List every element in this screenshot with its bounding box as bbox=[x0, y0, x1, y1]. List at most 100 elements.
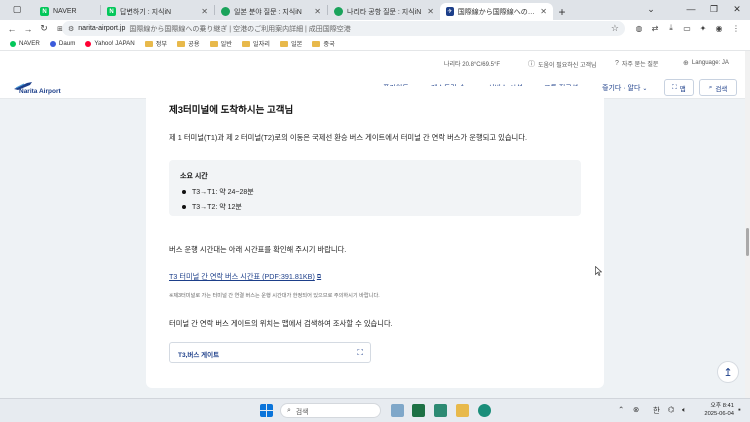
folder-icon bbox=[177, 40, 186, 47]
excel-icon[interactable] bbox=[412, 404, 425, 417]
forward-arrow-icon[interactable]: → bbox=[21, 22, 35, 36]
duration-item: T3→T2: 약 12분 bbox=[182, 202, 242, 212]
page-viewport: 나리타 20.8°C/69.5°F ⓘ 도움이 필요하신 고객님 ? 자주 묻는… bbox=[0, 51, 745, 398]
question-icon: ? bbox=[615, 60, 619, 67]
tab-naver[interactable]: N NAVER bbox=[34, 3, 100, 20]
bookmark-folder-public[interactable]: 공용 bbox=[177, 39, 200, 48]
download-icon[interactable]: ⤓ bbox=[665, 22, 677, 34]
tab-narita-airport[interactable]: ✈ 国際線から国際線への乗り継 ✕ bbox=[440, 3, 553, 20]
maximize-button[interactable]: ❐ bbox=[703, 0, 725, 18]
menu-icon[interactable]: ⋮ bbox=[730, 22, 742, 34]
tab-search-icon[interactable]: ▢ bbox=[6, 0, 28, 18]
bullet-icon bbox=[182, 205, 186, 209]
folder-icon bbox=[144, 40, 153, 47]
bookmark-daum[interactable]: Daum bbox=[49, 40, 75, 47]
folder-icon bbox=[241, 40, 250, 47]
windows-start-icon[interactable] bbox=[260, 404, 273, 417]
scrollbar-thumb[interactable] bbox=[746, 228, 749, 256]
bookmark-naver[interactable]: NAVER bbox=[10, 40, 40, 47]
bookmark-folder-general[interactable]: 일반 bbox=[209, 39, 232, 48]
bullet-icon bbox=[182, 190, 186, 194]
bookmark-folder-china[interactable]: 중국 bbox=[312, 39, 335, 48]
file-explorer-icon[interactable] bbox=[456, 404, 469, 417]
duration-title: 소요 시간 bbox=[180, 173, 208, 180]
pdf-schedule-link[interactable]: T3 터미널 간 연락 버스 시간표 (PDF:391.81KB) ⧉ bbox=[169, 272, 321, 282]
map-info-text: 터미널 간 연락 버스 게이트의 위치는 맵에서 검색하여 조사할 수 있습니다… bbox=[169, 319, 393, 328]
tune-icon[interactable]: ⚙ bbox=[68, 25, 74, 33]
site-utility-bar: 나리타 20.8°C/69.5°F ⓘ 도움이 필요하신 고객님 ? 자주 묻는… bbox=[0, 51, 745, 75]
chevron-down-icon: ⌄ bbox=[642, 85, 648, 92]
search-icon: ⌕ bbox=[708, 83, 713, 91]
tab-japan-question[interactable]: 일본 분야 질문 : 지식iN ✕ bbox=[215, 3, 327, 20]
globe-icon: ⊕ bbox=[683, 60, 689, 67]
system-clock[interactable]: 오후 8:41 2025-06-04 bbox=[694, 402, 734, 418]
chevron-down-icon[interactable]: ⌄ bbox=[640, 0, 662, 18]
folder-icon bbox=[312, 40, 321, 47]
widgets-icon[interactable] bbox=[391, 404, 404, 417]
section-heading: 제3터미널에 도착하시는 고객님 bbox=[169, 105, 294, 116]
narita-airport-logo[interactable]: Narita Airport bbox=[13, 79, 73, 97]
browser-icon[interactable] bbox=[478, 404, 491, 417]
search-icon: ⌕ bbox=[287, 406, 291, 414]
close-tab-icon[interactable]: ✕ bbox=[540, 7, 547, 16]
extension-icon[interactable]: ◍ bbox=[633, 22, 645, 34]
map-location-link[interactable]: T3,버스 게이트 ⛶ bbox=[169, 342, 371, 363]
tab-narita-question[interactable]: 나리타 공항 질문 : 지식iN ✕ bbox=[328, 3, 440, 20]
tab-strip: N NAVER N 답변하기 : 지식iN ✕ 일본 분야 질문 : 지식iN … bbox=[0, 0, 750, 20]
help-circle-icon: ⓘ bbox=[528, 61, 535, 68]
bookmarks-bar: NAVER Daum Yahoo! JAPAN 정부 공용 일반 일자리 일본 … bbox=[0, 37, 750, 51]
close-tab-icon[interactable]: ✕ bbox=[427, 7, 434, 16]
stop-icon[interactable]: ⊗ bbox=[633, 405, 639, 414]
close-window-button[interactable]: ✕ bbox=[726, 0, 748, 18]
tab-answer[interactable]: N 답변하기 : 지식iN ✕ bbox=[101, 3, 214, 20]
bookmark-folder-government[interactable]: 정부 bbox=[144, 39, 167, 48]
bookmark-folder-japan[interactable]: 일본 bbox=[279, 39, 302, 48]
new-tab-button[interactable]: + bbox=[553, 3, 571, 20]
volume-icon[interactable]: 🔈︎ bbox=[682, 405, 687, 415]
chevron-up-icon[interactable]: ⌃ bbox=[618, 405, 624, 414]
duration-item: T3→T1: 약 24~28분 bbox=[182, 187, 254, 197]
map-pin-icon: ⛶ bbox=[672, 83, 677, 91]
bookmark-folder-jobs[interactable]: 일자리 bbox=[241, 39, 270, 48]
reload-icon[interactable]: ↻ bbox=[37, 22, 51, 36]
help-link[interactable]: ⓘ 도움이 필요하신 고객님 bbox=[528, 59, 597, 69]
address-bar[interactable]: ⚙ narita-airport.jp 国際線から国際線への乗り継ぎ | 空港の… bbox=[62, 21, 625, 36]
bookmark-yahoo-japan[interactable]: Yahoo! JAPAN bbox=[85, 40, 135, 47]
mouse-cursor-icon bbox=[595, 266, 602, 276]
close-tab-icon[interactable]: ✕ bbox=[314, 7, 321, 16]
schedule-text: 버스 운행 시간대는 아래 시간표를 확인해 주시기 바랍니다. bbox=[169, 245, 347, 254]
close-tab-icon[interactable]: ✕ bbox=[201, 7, 208, 16]
airplane-favicon-icon: ✈ bbox=[446, 7, 454, 16]
back-arrow-icon[interactable]: ← bbox=[5, 22, 19, 36]
daum-icon bbox=[49, 40, 56, 47]
map-pin-icon: ⛶ bbox=[357, 348, 363, 357]
external-link-icon: ⧉ bbox=[316, 273, 322, 280]
minimize-button[interactable]: — bbox=[680, 0, 702, 18]
page-scrollbar[interactable] bbox=[745, 51, 750, 398]
intro-text: 제 1 터미널(T1)과 제 2 터미널(T2)로의 이동은 국제선 환승 버스… bbox=[169, 133, 527, 142]
kin-favicon-icon bbox=[221, 7, 230, 16]
naver-favicon-icon: N bbox=[40, 7, 49, 16]
taskbar-search[interactable]: ⌕ 검색 bbox=[280, 403, 381, 418]
duration-box: 소요 시간 T3→T1: 약 24~28분 T3→T2: 약 12분 bbox=[169, 160, 581, 216]
naver-icon bbox=[10, 40, 16, 47]
translate-icon[interactable]: ⇄ bbox=[649, 22, 661, 34]
search-button[interactable]: ⌕ 검색 bbox=[699, 79, 737, 96]
faq-link[interactable]: ? 자주 묻는 질문 bbox=[615, 59, 658, 68]
store-icon[interactable] bbox=[434, 404, 447, 417]
network-icon[interactable]: ⌬ bbox=[668, 405, 675, 414]
video-icon[interactable]: ▭ bbox=[681, 22, 693, 34]
bookmark-star-icon[interactable]: ☆ bbox=[611, 23, 619, 34]
folder-icon bbox=[209, 40, 218, 47]
kin-favicon-icon bbox=[334, 7, 343, 16]
map-button[interactable]: ⛶ 맵 bbox=[664, 79, 694, 96]
scroll-to-top-button[interactable]: ↥ bbox=[717, 361, 739, 383]
notification-icon[interactable]: ▪ bbox=[738, 405, 741, 414]
note-text: ※제3터미널로 가는 터미널 간 연결 버스는 운행 시간대가 한정되어 있으므… bbox=[169, 293, 380, 299]
ime-indicator[interactable]: 한 bbox=[653, 405, 660, 416]
yahoo-icon bbox=[85, 40, 92, 47]
language-selector[interactable]: ⊕ Language: JA bbox=[683, 59, 729, 67]
nav-enjoy-learn[interactable]: 즐기다 · 알다 ⌄ bbox=[602, 83, 647, 93]
puzzle-icon[interactable]: ✦ bbox=[697, 22, 709, 34]
profile-icon[interactable]: ◉ bbox=[713, 22, 725, 34]
